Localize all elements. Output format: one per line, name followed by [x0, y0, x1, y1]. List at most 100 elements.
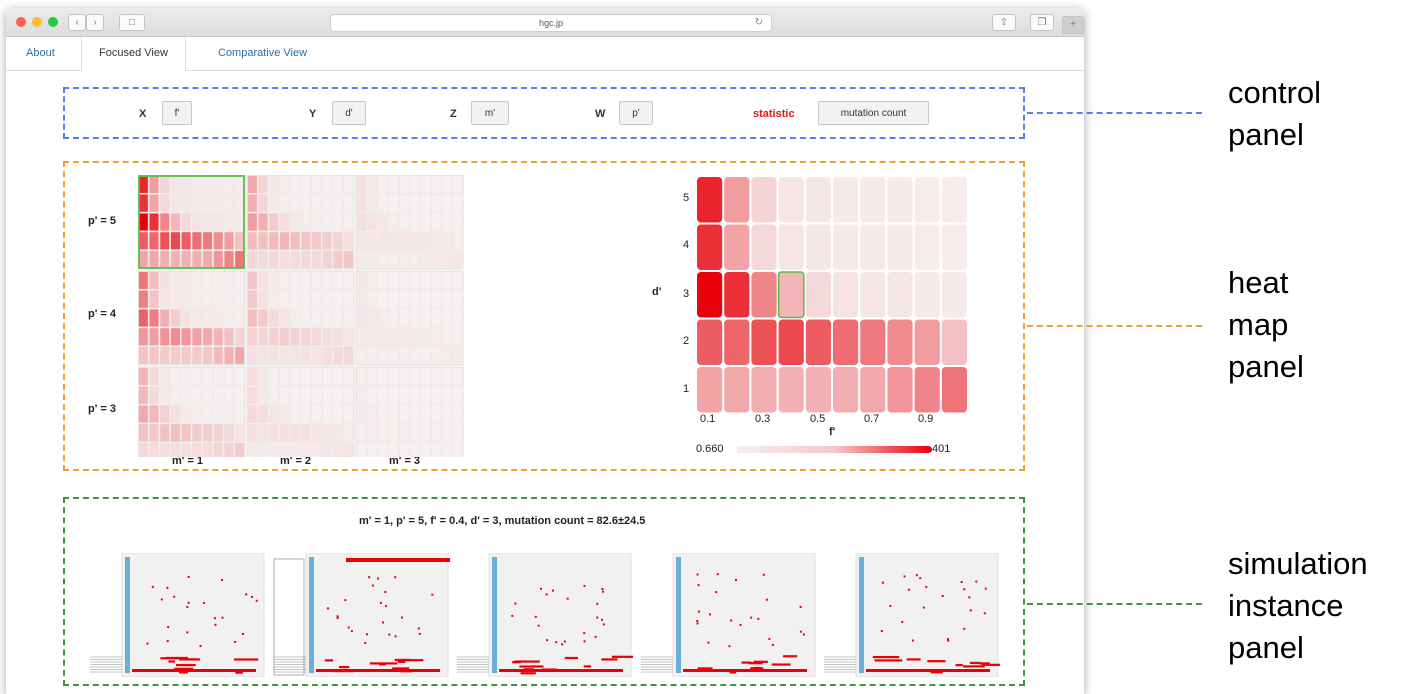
heatmap-cell[interactable] — [941, 224, 967, 271]
simulation-instance-4[interactable] — [639, 553, 817, 677]
heatmap-cell[interactable] — [860, 272, 886, 318]
heatmap-cell[interactable] — [833, 177, 859, 223]
small-multiple-block[interactable] — [138, 175, 246, 270]
x-dimension-button[interactable]: f' — [162, 101, 192, 125]
heatmap-cell[interactable] — [778, 319, 804, 366]
heatmap-cell[interactable] — [724, 367, 750, 413]
heatmap-cell[interactable] — [941, 272, 967, 318]
small-multiple-block[interactable] — [355, 270, 464, 366]
heatmap-cell[interactable] — [833, 367, 859, 413]
heatmap-cell[interactable] — [887, 367, 913, 413]
heatmap-cell[interactable] — [805, 224, 831, 271]
small-multiples-grid[interactable] — [138, 175, 464, 457]
heatmap-cell[interactable] — [751, 367, 777, 413]
small-multiple-block[interactable] — [246, 270, 355, 366]
heatmap-cell[interactable] — [805, 367, 831, 413]
address-bar[interactable]: hgc.jp ↻ — [330, 14, 772, 32]
heatmap-cell[interactable] — [805, 272, 831, 318]
heatmap-cell[interactable] — [724, 319, 750, 366]
small-multiple-block[interactable] — [246, 366, 355, 457]
simulation-instance-5[interactable] — [822, 553, 1000, 677]
heatmap-chart[interactable] — [690, 172, 975, 420]
heatmap-cell[interactable] — [833, 319, 859, 366]
heatmap-cell[interactable] — [914, 272, 940, 318]
w-dimension-button[interactable]: p' — [619, 101, 653, 125]
heatmap-cell[interactable] — [724, 272, 750, 318]
heatmap-cell[interactable] — [751, 224, 777, 271]
heatmap-cell[interactable] — [914, 224, 940, 271]
heatmap-cell[interactable] — [724, 177, 750, 223]
tabs-icon[interactable]: ❐ — [1030, 14, 1054, 31]
simulation-instance-1[interactable] — [88, 553, 266, 677]
heatmap-cell[interactable] — [860, 224, 886, 271]
heatmap-cell[interactable] — [751, 272, 777, 318]
small-multiple-cell — [322, 250, 333, 269]
heatmap-cell[interactable] — [697, 319, 723, 366]
chevron-left-icon[interactable]: ‹ — [68, 14, 86, 31]
heatmap-cell[interactable] — [724, 224, 750, 271]
heatmap-cell[interactable] — [778, 224, 804, 271]
simulation-instance-2[interactable] — [272, 553, 450, 677]
small-multiple-block[interactable] — [138, 270, 246, 366]
simulation-dot — [602, 623, 605, 626]
heatmap-cell[interactable] — [860, 177, 886, 223]
heatmap-cell[interactable] — [751, 319, 777, 366]
statistic-dropdown[interactable]: mutation count — [818, 101, 929, 125]
maximize-window-icon[interactable] — [48, 17, 58, 27]
chevron-right-icon[interactable]: › — [86, 14, 104, 31]
minimize-window-icon[interactable] — [32, 17, 42, 27]
tab-comparative-view[interactable]: Comparative View — [218, 37, 307, 70]
annotation-heat-map: heat map panel — [1228, 262, 1304, 388]
heatmap-cell[interactable] — [697, 177, 723, 223]
heatmap-cell[interactable] — [887, 272, 913, 318]
heatmap-cell[interactable] — [941, 367, 967, 413]
heatmap-cell[interactable] — [697, 367, 723, 413]
small-multiple-cell — [170, 386, 181, 405]
heatmap-cell[interactable] — [887, 224, 913, 271]
heatmap-cell[interactable] — [751, 177, 777, 223]
small-multiple-block[interactable] — [138, 366, 246, 457]
small-multiple-cell — [332, 386, 343, 405]
small-multiple-cell — [191, 346, 202, 365]
small-multiple-cell — [452, 308, 463, 328]
heatmap-cell[interactable] — [941, 319, 967, 366]
heatmap-cell[interactable] — [778, 177, 804, 223]
heatmap-cell[interactable] — [778, 272, 804, 318]
heatmap-cell[interactable] — [941, 177, 967, 223]
heatmap-cell[interactable] — [778, 367, 804, 413]
small-multiple-cell — [138, 290, 149, 309]
heatmap-cell[interactable] — [860, 367, 886, 413]
small-multiple-cell — [223, 175, 234, 194]
small-multiple-block[interactable] — [355, 175, 464, 270]
heatmap-cell[interactable] — [833, 224, 859, 271]
heatmap-cell[interactable] — [887, 319, 913, 366]
tab-focused-view[interactable]: Focused View — [81, 37, 186, 71]
heatmap-cell[interactable] — [833, 272, 859, 318]
close-window-icon[interactable] — [16, 17, 26, 27]
simulation-instance-3[interactable] — [455, 553, 633, 677]
sidebar-icon[interactable]: □ — [119, 14, 145, 31]
z-dimension-button[interactable]: m' — [471, 101, 509, 125]
small-multiple-cell — [290, 442, 301, 457]
small-multiple-cell — [441, 423, 452, 442]
small-multiple-block[interactable] — [246, 175, 355, 270]
heatmap-cell[interactable] — [887, 177, 913, 223]
reload-icon[interactable]: ↻ — [755, 15, 763, 31]
heatmap-cell[interactable] — [860, 319, 886, 366]
heatmap-cell[interactable] — [697, 272, 723, 318]
heatmap-cell[interactable] — [914, 367, 940, 413]
heatmap-cell[interactable] — [914, 319, 940, 366]
small-multiple-cell — [159, 367, 170, 386]
heatmap-cell[interactable] — [805, 177, 831, 223]
share-icon[interactable]: ⇧ — [992, 14, 1016, 31]
heatmap-cell[interactable] — [805, 319, 831, 366]
heatmap-cell[interactable] — [914, 177, 940, 223]
small-multiple-block[interactable] — [355, 366, 464, 457]
y-dimension-button[interactable]: d' — [332, 101, 366, 125]
plus-icon[interactable]: + — [1062, 16, 1084, 34]
small-multiple-cell — [213, 308, 224, 328]
tab-about[interactable]: About — [26, 37, 55, 70]
small-multiple-cell — [420, 194, 431, 213]
heatmap-cell[interactable] — [697, 224, 723, 271]
small-multiple-cell — [202, 212, 213, 232]
